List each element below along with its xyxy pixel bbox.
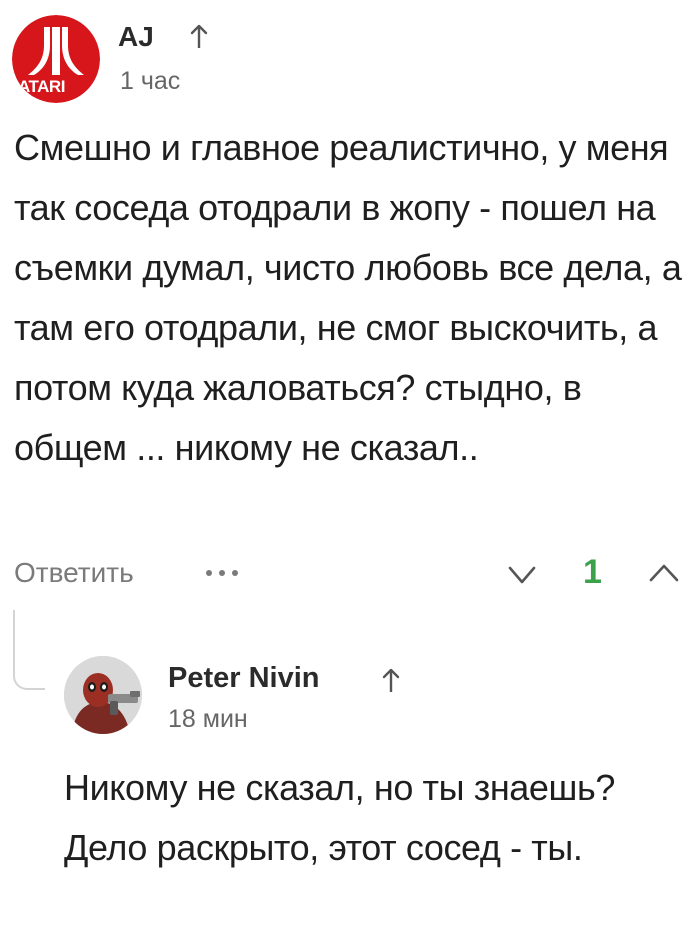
reply-timestamp: 18 мин <box>168 705 248 733</box>
reply-text: Никому не сказал, но ты знаешь? Дело рас… <box>64 767 615 868</box>
comment-timestamp: 1 час <box>120 67 181 95</box>
comment-text: Смешно и главное реалистично, у меня так… <box>14 127 682 468</box>
avatar-logo-text: ATARI <box>16 77 67 97</box>
vote-down-button[interactable] <box>507 564 537 586</box>
comment-author[interactable]: AJ <box>118 20 154 54</box>
vote-count: 1 <box>583 553 602 591</box>
reply-author[interactable]: Peter Nivin <box>168 660 320 696</box>
vote-up-button[interactable] <box>648 562 680 584</box>
avatar[interactable]: ATARI <box>12 15 100 103</box>
character-with-gun-avatar-icon <box>64 656 142 734</box>
comment-main: ATARI AJ 1 час Смешно и главное реалисти… <box>0 0 696 600</box>
more-options-icon[interactable] <box>204 568 240 578</box>
reply-button[interactable]: Ответить <box>14 555 134 591</box>
thread-connector <box>13 610 45 690</box>
arrow-up-icon <box>382 668 400 692</box>
arrow-up-icon <box>190 24 208 48</box>
reply-avatar[interactable] <box>64 656 142 734</box>
